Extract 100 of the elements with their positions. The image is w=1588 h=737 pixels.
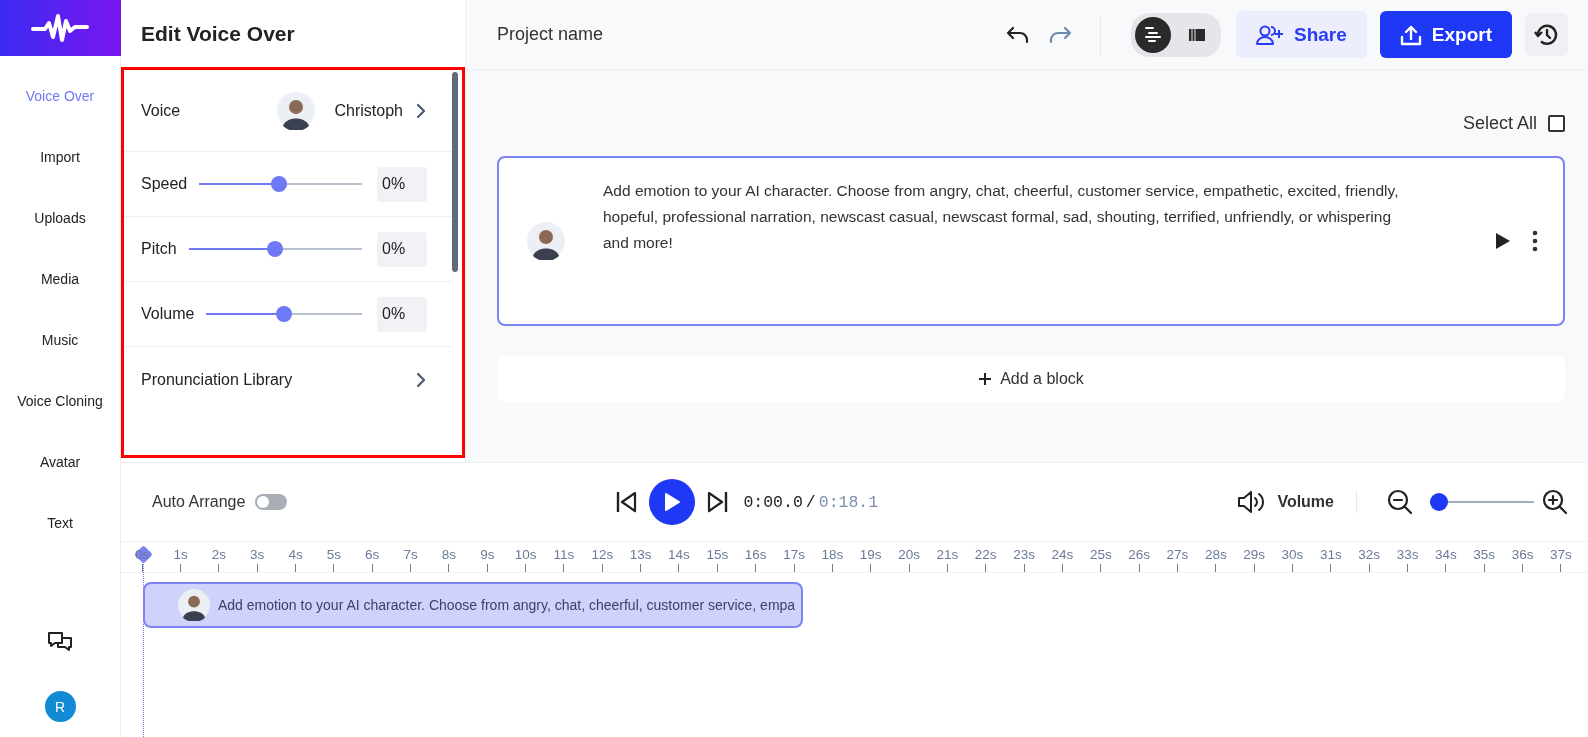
- block-text[interactable]: Add emotion to your AI character. Choose from angry, chat, cheerful, customer service, empathetic, excited, friendly, hopeful, professional narration, newscast casual, newscast formal, sad, shouting, terrified, unfriendly, or whispering and more!: [603, 178, 1418, 256]
- total-time: 0:18.1: [818, 492, 879, 512]
- nav-item[interactable]: Avatar: [35, 431, 85, 492]
- user-avatar[interactable]: R: [44, 691, 76, 722]
- project-name[interactable]: Project name: [497, 24, 604, 45]
- ruler-label: 33s: [1396, 548, 1419, 562]
- clip-text: Add emotion to your AI character. Choose from angry, chat, cheerful, customer service, empa: [218, 597, 796, 613]
- waveform-icon: [31, 13, 89, 43]
- ruler-label: 18s: [821, 548, 844, 562]
- ruler-label: 3s: [250, 548, 265, 562]
- user-plus-icon: [1256, 23, 1284, 46]
- ruler-label: 31s: [1319, 548, 1342, 562]
- value-field[interactable]: 0%: [377, 231, 427, 267]
- row-label: Speed: [141, 175, 188, 193]
- row-label: Pronunciation Library: [141, 370, 293, 389]
- ruler-label: 24s: [1051, 548, 1074, 562]
- history-button[interactable]: [1525, 13, 1568, 56]
- list-icon: [1143, 24, 1163, 45]
- ruler-label: 12s: [591, 548, 614, 562]
- ruler-label: 13s: [629, 548, 652, 562]
- undo-icon[interactable]: [1006, 25, 1030, 44]
- chevron-right-icon: [415, 102, 427, 119]
- ruler-label: 11s: [553, 548, 575, 562]
- scrollbar-thumb[interactable]: [452, 72, 458, 272]
- row-label: Pitch: [141, 240, 177, 258]
- logo-tile[interactable]: [0, 0, 121, 56]
- nav-item[interactable]: Voice Over: [21, 65, 99, 126]
- ruler-label: 5s: [326, 548, 341, 562]
- ruler-label: 17s: [783, 548, 805, 562]
- panel-title: Edit Voice Over: [140, 20, 296, 47]
- share-button[interactable]: Share: [1236, 11, 1367, 58]
- row-label: Voice: [141, 101, 181, 120]
- ruler-label: 9s: [480, 548, 495, 562]
- time-separator: /: [805, 492, 816, 512]
- ruler-label: 34s: [1434, 548, 1457, 562]
- upload-icon: [1399, 23, 1422, 46]
- slider[interactable]: [206, 306, 362, 322]
- ruler-label: 26s: [1128, 548, 1150, 562]
- auto-arrange-toggle[interactable]: [255, 494, 288, 510]
- ruler-label: 0s: [135, 548, 150, 562]
- avatar-icon: [527, 222, 565, 260]
- nav-item[interactable]: Music: [37, 309, 83, 370]
- ruler-label: 6s: [365, 548, 380, 562]
- play-icon: [663, 492, 682, 512]
- avatar-icon: [276, 91, 315, 130]
- voice-block-card[interactable]: [497, 156, 1565, 326]
- nav-item[interactable]: Media: [36, 248, 84, 309]
- more-icon[interactable]: [1532, 230, 1538, 252]
- slider[interactable]: [199, 176, 362, 192]
- ruler-label: 35s: [1473, 548, 1496, 562]
- ruler-label: 7s: [403, 548, 418, 562]
- ruler-label: 25s: [1089, 548, 1112, 562]
- play-button[interactable]: [649, 479, 696, 525]
- play-icon[interactable]: [1494, 231, 1512, 251]
- nav-item[interactable]: Voice Cloning: [13, 370, 107, 431]
- add-block-button[interactable]: Add a block: [497, 356, 1565, 402]
- ruler-label: 27s: [1166, 548, 1189, 562]
- nav-item[interactable]: Import: [36, 126, 84, 187]
- voice-row[interactable]: Voice Christoph: [124, 70, 452, 152]
- nav-item[interactable]: Text: [43, 492, 77, 553]
- ruler-label: 14s: [668, 548, 690, 562]
- ruler-label: 37s: [1550, 548, 1572, 562]
- ruler-label: 15s: [706, 548, 729, 562]
- ruler-label: 28s: [1204, 548, 1227, 562]
- row-label: Volume: [141, 305, 195, 323]
- zoom-out-icon[interactable]: [1387, 489, 1413, 515]
- skip-forward-icon[interactable]: [707, 490, 730, 514]
- ruler-label: 1s: [173, 548, 188, 562]
- library-row[interactable]: Pronunciation Library: [124, 347, 452, 412]
- select-all-checkbox[interactable]: [1548, 114, 1565, 132]
- ruler-label: 10s: [514, 548, 537, 562]
- value-field[interactable]: 0%: [377, 166, 427, 202]
- volume-label[interactable]: Volume: [1277, 493, 1334, 511]
- skip-back-icon[interactable]: [615, 490, 638, 514]
- ruler-label: 29s: [1243, 548, 1266, 562]
- voice-name: Christoph: [334, 101, 403, 120]
- auto-arrange-label: Auto Arrange: [152, 493, 246, 511]
- chevron-right-icon: [415, 371, 427, 388]
- ruler-label: 23s: [1013, 548, 1035, 562]
- ruler-label: 4s: [288, 548, 303, 562]
- ruler-label: 2s: [211, 548, 226, 562]
- nav-item[interactable]: Uploads: [30, 187, 90, 248]
- value-field[interactable]: 0%: [377, 296, 427, 332]
- zoom-slider[interactable]: [1430, 493, 1534, 511]
- export-button[interactable]: Export: [1379, 11, 1512, 58]
- select-all-label: Select All: [1462, 112, 1537, 134]
- ruler-label: 20s: [898, 548, 920, 562]
- ruler-label: 36s: [1511, 548, 1534, 562]
- redo-icon[interactable]: [1048, 25, 1072, 44]
- ruler-label: 21s: [936, 548, 959, 562]
- ruler-label: 22s: [974, 548, 997, 562]
- view-mode-toggle[interactable]: [1135, 16, 1171, 53]
- ruler-label: 8s: [441, 548, 457, 562]
- audio-clip[interactable]: Add emotion to your AI character. Choose from angry, chat, cheerful, customer service, empa: [143, 582, 804, 628]
- ruler-label: 32s: [1358, 548, 1381, 562]
- ruler-label: 19s: [859, 548, 882, 562]
- zoom-in-icon[interactable]: [1542, 489, 1568, 515]
- ruler-label: 16s: [744, 548, 767, 562]
- avatar-icon: [178, 589, 210, 621]
- slider[interactable]: [188, 241, 362, 257]
